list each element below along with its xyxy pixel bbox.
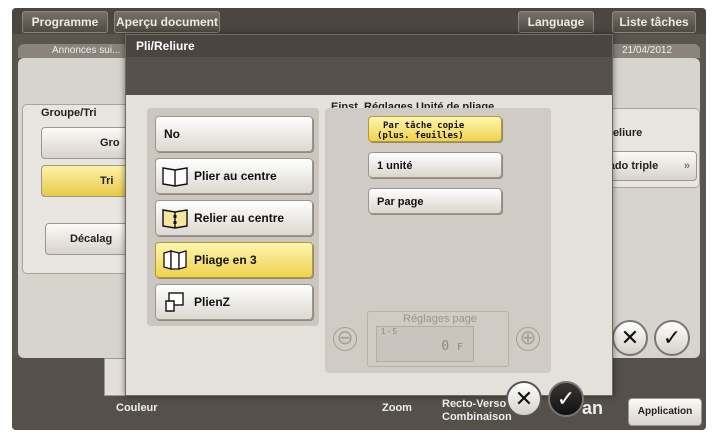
option-plienz-label: PlienZ (194, 295, 231, 309)
page-value-field[interactable]: 1 - 5 0 F (376, 326, 474, 362)
tri-button-label: Tri (100, 175, 114, 187)
groupe-tri-card: Groupe/Tri Gro Tri Décalag (22, 104, 135, 274)
tab-liste-taches[interactable]: Liste tâches (612, 11, 696, 33)
dialog-title-bar: Pli/Reliure (126, 35, 612, 57)
option-pliage-en-3-label: Pliage en 3 (194, 253, 257, 267)
chevron-right-icon: » (683, 160, 690, 172)
tab-language[interactable]: Language (518, 11, 594, 33)
couleur-label[interactable]: Couleur (116, 402, 158, 414)
page-settings-title: Réglages page (403, 313, 478, 325)
decalage-button-label: Décalag (70, 233, 113, 245)
top-bar: Programme Aperçu document Language Liste… (12, 8, 706, 34)
page-settings-box: Réglages page 1 - 5 0 F (367, 311, 509, 367)
dialog-ok-button[interactable]: ✓ (548, 381, 584, 417)
unit-par-tache-line1: Par tâche copie (383, 121, 465, 131)
page-value-number: 0 (441, 339, 450, 354)
dialog-header-strip (126, 57, 612, 95)
subbar-text: Annonces sui... (52, 45, 121, 56)
bottom-partial-text: an (582, 398, 604, 418)
option-relier-centre-label: Relier au centre (194, 211, 285, 225)
option-no-button[interactable]: No (155, 116, 313, 152)
tab-apercu-document[interactable]: Aperçu document (114, 11, 220, 33)
book-fold-icon (162, 167, 188, 187)
option-plier-centre-label: Plier au centre (194, 169, 277, 183)
dialog-title: Pli/Reliure (136, 39, 195, 53)
option-pliage-en-3-button[interactable]: Pliage en 3 (155, 242, 313, 278)
page-value-unit: F (456, 342, 463, 353)
decalage-button[interactable]: Décalag (45, 223, 135, 255)
option-no-label: No (164, 127, 180, 141)
z-fold-icon (165, 292, 184, 312)
dialog-cancel-button[interactable]: ✕ (506, 381, 542, 417)
bg-ok-button[interactable]: ✓ (654, 320, 690, 356)
page-range-hint: 1 - 5 (381, 327, 398, 336)
option-plier-centre-button[interactable]: Plier au centre (155, 158, 313, 194)
reliure-card: Reliure gado triple » (597, 108, 700, 188)
zoom-label[interactable]: Zoom (382, 402, 412, 414)
pli-reliure-dialog: Pli/Reliure No Plier au centre Relier au… (125, 34, 613, 417)
unit-par-page-button[interactable]: Par page (368, 188, 502, 214)
unit-1-unite-button[interactable]: 1 unité (368, 152, 502, 178)
groupe-button-label: Gro (100, 137, 120, 149)
tri-button[interactable]: Tri (41, 165, 135, 197)
page-value: 0 F (441, 339, 463, 354)
device-screen: Programme Aperçu document Language Liste… (12, 8, 706, 430)
application-button[interactable]: Application (628, 398, 702, 426)
minus-icon[interactable]: ⊖ (333, 327, 357, 351)
bg-cancel-button[interactable]: ✕ (612, 320, 648, 356)
tab-programme[interactable]: Programme (22, 11, 108, 33)
unit-par-tache-line2: (plus. feuilles) (377, 131, 464, 141)
plus-icon[interactable]: ⊕ (516, 327, 540, 351)
option-relier-centre-button[interactable]: Relier au centre (155, 200, 313, 236)
groupe-button[interactable]: Gro (41, 127, 135, 159)
date-display: 21/04/2012 (622, 45, 673, 56)
tri-fold-icon (163, 250, 187, 270)
book-staple-icon (162, 209, 188, 229)
groupe-tri-title: Groupe/Tri (41, 107, 97, 119)
unit-par-tache-button[interactable]: Par tâche copie (plus. feuilles) (368, 116, 502, 142)
option-plienz-button[interactable]: PlienZ (155, 284, 313, 320)
fold-options-group: No Plier au centre Relier au centre Plia… (147, 108, 319, 326)
